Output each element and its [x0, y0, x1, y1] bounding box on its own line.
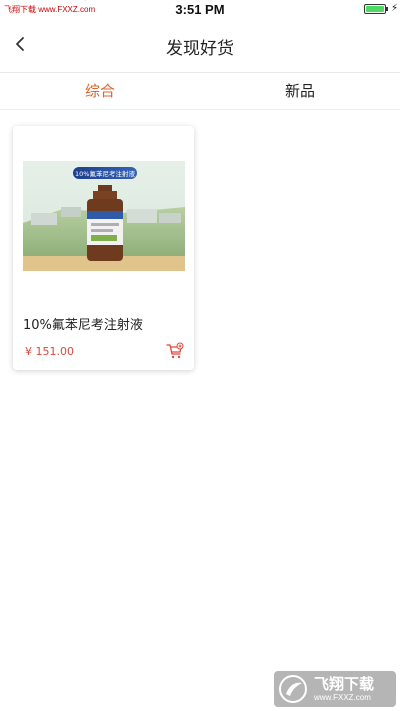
tab-bar: 综合 新品	[0, 73, 400, 110]
battery-cap	[386, 7, 388, 11]
lightning-bolt-icon: ⚡	[390, 3, 398, 14]
watermark: 飞翔下载 www.FXXZ.com	[274, 671, 396, 707]
watermark-logo-icon	[279, 675, 307, 703]
add-to-cart-icon[interactable]	[166, 342, 184, 360]
status-bar: 飞翔下载 www.FXXZ.com 3:51 PM ⚡	[0, 0, 400, 20]
product-card[interactable]: 10%氟苯尼考注射液 10%氟苯尼考注射液 ¥ 151.00	[13, 126, 194, 370]
product-name: 10%氟苯尼考注射液	[23, 318, 143, 333]
watermark-url: www.FXXZ.com	[314, 693, 371, 702]
tab-new-products[interactable]: 新品	[200, 73, 400, 109]
navigation-bar: 发现好货	[0, 20, 400, 73]
page-title: 发现好货	[166, 39, 234, 59]
tab-comprehensive[interactable]: 综合	[0, 73, 200, 109]
status-time: 3:51 PM	[175, 2, 225, 17]
product-image: 10%氟苯尼考注射液	[23, 161, 185, 271]
battery-icon	[364, 4, 386, 14]
product-price: ¥ 151.00	[25, 345, 74, 358]
product-image-caption: 10%氟苯尼考注射液	[75, 169, 135, 178]
watermark-title: 飞翔下载	[314, 675, 375, 693]
